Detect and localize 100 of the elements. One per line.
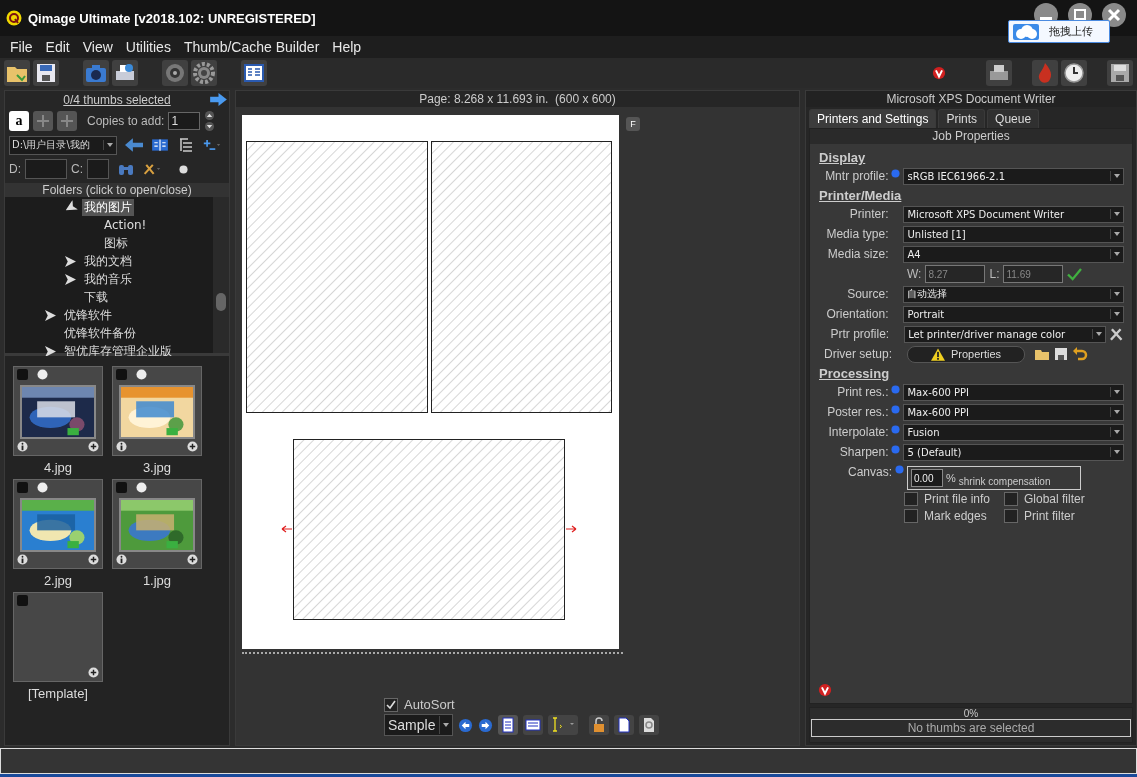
landscape-page-icon[interactable] — [523, 715, 543, 735]
printer-icon[interactable] — [986, 60, 1012, 86]
dropdown[interactable]: Portrait — [903, 305, 1124, 323]
save-icon[interactable] — [1107, 60, 1133, 86]
clock-icon[interactable] — [1061, 60, 1087, 86]
canvas-field[interactable]: 0.00 — [911, 469, 943, 487]
info-icon[interactable] — [116, 554, 127, 565]
checkbox[interactable] — [17, 595, 28, 606]
arrow-left-icon[interactable] — [281, 525, 293, 533]
radio-dot-icon[interactable] — [179, 164, 188, 174]
menu-item[interactable]: Help — [332, 39, 362, 55]
checkmark-icon[interactable] — [1067, 267, 1083, 281]
page-icon[interactable] — [614, 715, 634, 735]
thumbnail-card[interactable] — [13, 479, 103, 569]
dropdown[interactable]: Fusion — [903, 423, 1124, 441]
v-badge-icon[interactable] — [818, 683, 832, 697]
dropdown[interactable]: Max-600 PPI — [903, 383, 1124, 401]
expand-arrow-icon[interactable] — [65, 273, 76, 285]
layout-icon[interactable] — [241, 60, 267, 86]
folder-item[interactable]: Action! — [102, 218, 149, 232]
d-field[interactable] — [25, 159, 67, 179]
info-dot-icon[interactable] — [891, 445, 901, 454]
checkbox[interactable] — [17, 482, 28, 493]
folder-icon[interactable] — [4, 60, 30, 86]
text-cursor-icon[interactable] — [548, 715, 578, 735]
dropdown[interactable]: Microsoft XPS Document Writer — [903, 205, 1124, 223]
folders-header[interactable]: Folders (click to open/close) — [5, 183, 229, 197]
folder-item[interactable]: 优锋软件备份 — [62, 324, 138, 342]
tab[interactable]: Queue — [987, 109, 1040, 128]
checkbox[interactable] — [1004, 509, 1018, 523]
info-dot-icon[interactable] — [891, 405, 901, 414]
menu-item[interactable]: Utilities — [125, 39, 171, 55]
tab[interactable]: Printers and Settings — [809, 109, 937, 128]
expand-arrow-icon[interactable] — [65, 255, 76, 267]
path-dropdown[interactable]: D:\用户目录\我的 — [9, 135, 117, 155]
next-icon[interactable] — [478, 717, 493, 733]
scrollbar[interactable] — [213, 197, 229, 353]
dropdown[interactable]: A4 — [903, 245, 1124, 263]
folder-item[interactable]: 我的图片 — [82, 198, 134, 216]
radio-dot-icon[interactable] — [136, 369, 147, 380]
width-field[interactable]: 8.27 — [925, 265, 986, 283]
thumbnail-card[interactable] — [112, 366, 202, 456]
checkbox[interactable] — [384, 697, 398, 712]
checkbox[interactable] — [116, 369, 127, 380]
folder-item[interactable]: 优锋软件 — [62, 306, 114, 324]
checkbox[interactable] — [17, 369, 28, 380]
menu-item[interactable]: View — [82, 39, 113, 55]
v-badge-icon[interactable] — [932, 66, 946, 80]
frame-button[interactable]: F — [626, 117, 640, 131]
info-dot-icon[interactable] — [895, 465, 904, 474]
folder-item[interactable]: 下载 — [82, 288, 110, 306]
expand-arrow-icon[interactable] — [45, 345, 56, 357]
plus-icon[interactable] — [187, 554, 198, 565]
printer-icon[interactable] — [112, 60, 138, 86]
dropdown[interactable]: Max-600 PPI — [903, 403, 1124, 421]
dropdown[interactable]: sRGB IEC61966-2.1 — [903, 167, 1124, 185]
spin-buttons-icon[interactable] — [204, 111, 216, 131]
page-search-icon[interactable] — [639, 715, 659, 735]
dropdown[interactable]: Let printer/driver manage color — [904, 325, 1106, 343]
thumbs-selected-link[interactable]: 0/4 thumbs selected — [63, 93, 171, 107]
tree-icon[interactable] — [177, 138, 195, 152]
copies-field[interactable]: 1 — [168, 112, 201, 130]
arrow-left-icon[interactable] — [125, 138, 143, 152]
lock-icon[interactable] — [589, 715, 609, 735]
menu-item[interactable]: File — [10, 39, 33, 55]
thumbnail-card[interactable] — [13, 592, 103, 682]
plus-minus-icon[interactable] — [203, 138, 221, 152]
upload-toast[interactable]: 拖拽上传 — [1008, 20, 1110, 43]
length-field[interactable]: 11.69 — [1003, 265, 1064, 283]
binoculars-icon[interactable] — [117, 162, 135, 176]
arrow-right-icon[interactable] — [210, 93, 227, 106]
info-icon[interactable] — [116, 441, 127, 452]
arrow-right-icon[interactable] — [565, 525, 577, 533]
plus-icon[interactable] — [187, 441, 198, 452]
undo-icon[interactable] — [1072, 346, 1088, 362]
save-icon[interactable] — [1053, 346, 1069, 362]
info-icon[interactable] — [17, 554, 28, 565]
plus-icon[interactable] — [88, 667, 99, 678]
info-icon[interactable] — [17, 441, 28, 452]
plus-icon[interactable] — [88, 441, 99, 452]
portrait-page-icon[interactable] — [498, 715, 518, 735]
radio-dot-icon[interactable] — [136, 482, 147, 493]
folder-item[interactable]: 智优库存管理企业版 — [62, 342, 174, 360]
folder-item[interactable]: 图标 — [102, 234, 130, 252]
sort-dropdown[interactable]: Sample — [384, 714, 453, 736]
thumbnail-card[interactable] — [13, 366, 103, 456]
properties-button[interactable]: Properties — [907, 345, 1025, 363]
radio-dot-icon[interactable] — [37, 482, 48, 493]
menu-item[interactable]: Thumb/Cache Builder — [183, 39, 320, 55]
dropdown[interactable]: 5 (Default) — [903, 443, 1124, 461]
settings-icon[interactable] — [191, 60, 217, 86]
save-icon[interactable] — [33, 60, 59, 86]
checkbox[interactable] — [904, 492, 918, 506]
font-button[interactable]: a — [9, 111, 29, 131]
checkbox[interactable] — [904, 509, 918, 523]
previous-icon[interactable] — [458, 717, 473, 733]
thumbnail-card[interactable] — [112, 479, 202, 569]
dropdown[interactable]: Unlisted [1] — [903, 225, 1124, 243]
folder-item[interactable]: 我的文档 — [82, 252, 134, 270]
checkbox[interactable] — [1004, 492, 1018, 506]
